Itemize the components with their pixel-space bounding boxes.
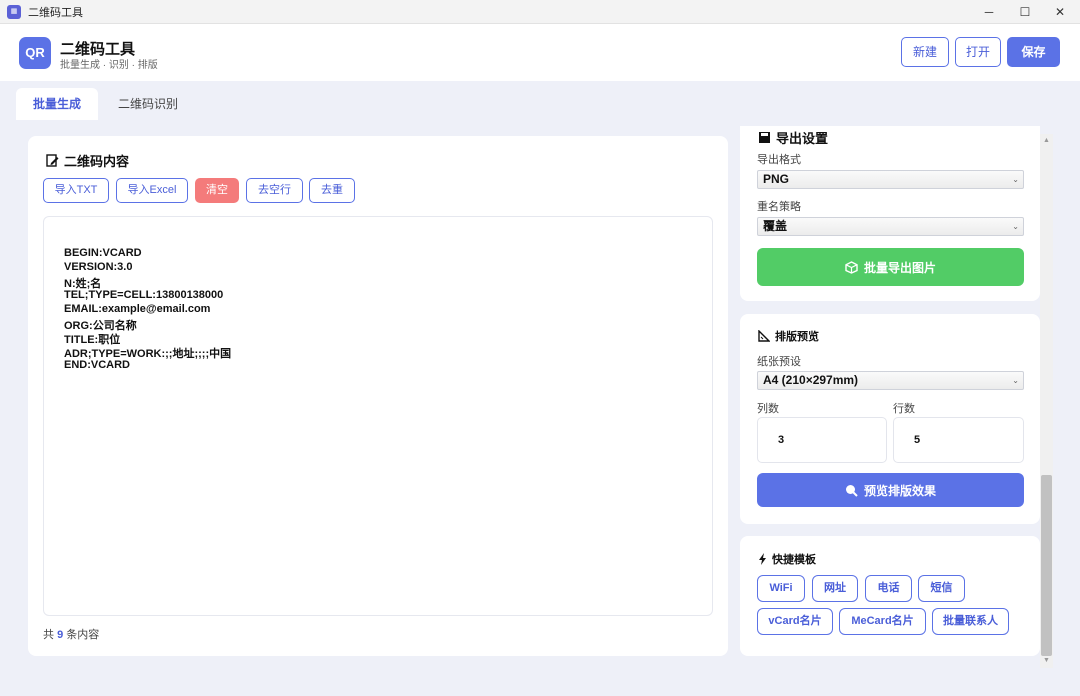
dedupe-button[interactable]: 去重 [309,178,355,203]
content-count: 共 9 条内容 [43,629,100,641]
save-button[interactable]: 保存 [1007,37,1060,67]
paper-label: 纸张预设 [757,356,801,368]
remove-blank-lines-button[interactable]: 去空行 [246,178,303,203]
template-chip-phone[interactable]: 电话 [865,575,912,602]
chevron-down-icon: ⌄ [1012,222,1019,231]
template-chip-batch-contacts[interactable]: 批量联系人 [932,608,1009,635]
new-button[interactable]: 新建 [901,37,949,67]
cols-input[interactable]: 3 [757,417,887,463]
batch-export-button[interactable]: 批量导出图片 [757,248,1024,286]
import-txt-button[interactable]: 导入TXT [43,178,109,203]
close-icon[interactable]: ✕ [1037,0,1080,24]
qr-app-icon: ▦ [7,4,21,19]
text-line: TEL;TYPE=CELL:13800138000 [64,289,224,301]
layout-card-title: 排版预览 [758,328,819,344]
format-select[interactable]: PNG ⌄ [757,170,1024,189]
cols-label: 列数 [757,403,779,415]
export-card-title: 导出设置 [758,128,828,147]
template-chip-sms[interactable]: 短信 [918,575,965,602]
chevron-down-icon: ⌄ [1012,175,1019,184]
content-card-title: 二维码内容 [46,151,129,170]
tab-bar: 批量生成 二维码识别 [0,81,1080,126]
rename-label: 重名策略 [757,201,801,213]
app-subtitle: 批量生成 · 识别 · 排版 [60,60,158,71]
text-line: BEGIN:VCARD [64,247,142,259]
app-logo: QR [19,37,51,69]
preview-layout-button[interactable]: 预览排版效果 [757,473,1024,507]
settings-panel[interactable]: 导出设置 导出格式 PNG ⌄ 重名策略 覆盖 ⌄ 批量导出图片 排版预览 纸张预设… [738,126,1040,656]
format-label: 导出格式 [757,154,801,166]
rows-input[interactable]: 5 [893,417,1024,463]
window-titlebar: ▦ 二维码工具 [0,0,1080,24]
count-value: 9 [57,629,64,641]
template-chip-vcard[interactable]: vCard名片 [757,608,833,635]
clear-button[interactable]: 清空 [195,178,239,203]
text-line: END:VCARD [64,359,130,371]
app-header: QR 二维码工具 批量生成 · 识别 · 排版 新建 打开 保存 [0,24,1080,81]
panel-scrollbar-thumb[interactable] [1041,475,1052,656]
rename-select[interactable]: 覆盖 ⌄ [757,217,1024,236]
rows-label: 行数 [893,403,915,415]
cube-icon [845,260,858,274]
scroll-down-icon[interactable]: ▼ [1041,657,1052,664]
template-chip-wifi[interactable]: WiFi [757,575,805,602]
bolt-icon [759,553,766,565]
edit-icon [46,154,59,167]
open-button[interactable]: 打开 [955,37,1001,67]
text-line: EMAIL:example@email.com [64,303,211,315]
text-line: VERSION:3.0 [64,261,133,273]
template-chip-mecard[interactable]: MeCard名片 [839,608,926,635]
chevron-down-icon: ⌄ [1012,376,1019,385]
templates-card-title: 快捷模板 [758,551,816,567]
tab-batch-generate[interactable]: 批量生成 [16,88,99,120]
ruler-icon [758,330,770,342]
scroll-up-icon[interactable]: ▲ [1041,137,1052,144]
content-textarea[interactable]: BEGIN:VCARD VERSION:3.0 N:姓;名 TEL;TYPE=C… [43,216,713,616]
window-title: 二维码工具 [28,6,83,19]
tab-qr-recognize[interactable]: 二维码识别 [101,88,195,120]
save-icon [759,132,770,143]
paper-select[interactable]: A4 (210×297mm) ⌄ [757,371,1024,390]
magnifier-icon [845,484,858,497]
template-chip-url[interactable]: 网址 [812,575,858,602]
import-excel-button[interactable]: 导入Excel [116,178,188,203]
